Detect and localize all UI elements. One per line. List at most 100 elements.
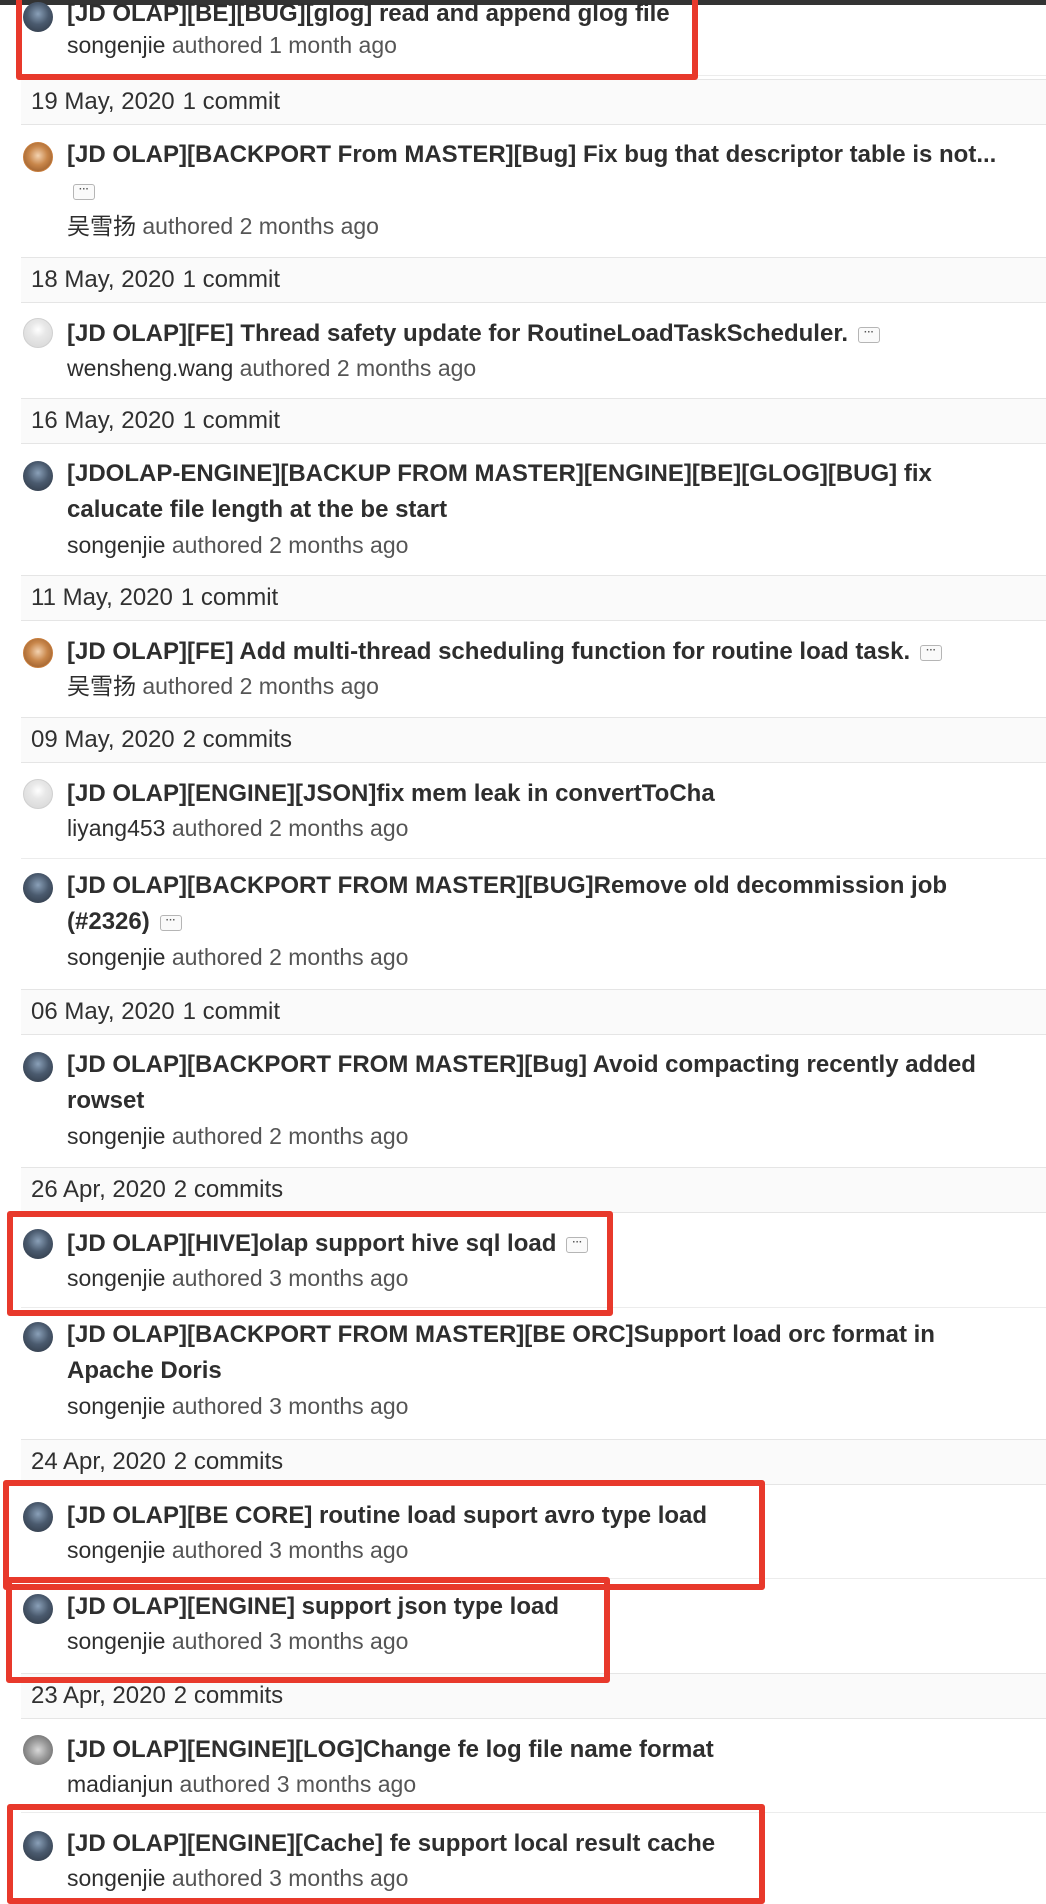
author-verb: authored — [171, 1628, 263, 1654]
commit-title[interactable]: [JD OLAP][HIVE]olap support hive sql loa… — [67, 1226, 1027, 1262]
commit-meta: wensheng.wang authored 2 months ago — [67, 353, 476, 383]
author-name[interactable]: wensheng.wang — [67, 355, 233, 381]
user-avatar[interactable] — [23, 779, 53, 809]
user-avatar[interactable] — [23, 1502, 53, 1532]
commit-row: [JDOLAP-ENGINE][BACKUP FROM MASTER][ENGI… — [21, 444, 1046, 575]
commit-time: 3 months ago — [269, 1865, 409, 1891]
day-header: 16 May, 2020 1 commit — [21, 398, 1046, 444]
commit-title[interactable]: [JD OLAP][BACKPORT FROM MASTER][BUG]Remo… — [67, 868, 1027, 940]
commit-title-link[interactable]: [JD OLAP][BE][BUG][glog] read and append… — [67, 0, 670, 27]
commit-meta: songenjie authored 3 months ago — [67, 1626, 408, 1656]
commit-time: 2 months ago — [336, 355, 477, 381]
commit-title-link[interactable]: [JD OLAP][BACKPORT FROM MASTER][BUG]Remo… — [67, 872, 947, 935]
commit-title-link[interactable]: [JD OLAP][BE CORE] routine load suport a… — [67, 1502, 707, 1529]
user-avatar[interactable] — [23, 461, 53, 491]
author-verb: authored — [171, 944, 263, 970]
commit-title[interactable]: [JD OLAP][ENGINE][Cache] fe support loca… — [67, 1826, 1027, 1862]
commit-count: 1 commit — [180, 584, 279, 611]
commit-title-link[interactable]: [JD OLAP][ENGINE][LOG]Change fe log file… — [67, 1736, 714, 1763]
day-header: 18 May, 2020 1 commit — [21, 257, 1046, 303]
commit-title[interactable]: [JD OLAP][FE] Thread safety update for R… — [67, 316, 1027, 352]
author-verb: authored — [171, 815, 263, 841]
commit-time: 3 months ago — [276, 1771, 417, 1797]
author-name[interactable]: madianjun — [67, 1771, 173, 1797]
commit-title[interactable]: [JD OLAP][BE][BUG][glog] read and append… — [67, 0, 1027, 32]
ellipsis-button[interactable]: ··· — [920, 644, 943, 661]
ellipsis-button[interactable]: ··· — [159, 914, 182, 931]
author-name[interactable]: songenjie — [67, 1865, 165, 1891]
author-name[interactable]: songenjie — [67, 532, 165, 558]
user-avatar[interactable] — [23, 1735, 53, 1765]
commit-meta: songenjie authored 2 months ago — [67, 530, 408, 560]
user-avatar[interactable] — [23, 873, 53, 903]
ellipsis-button[interactable]: ··· — [566, 1236, 589, 1253]
commit-title[interactable]: [JD OLAP][ENGINE] support json type load — [67, 1589, 1027, 1625]
commit-count: 2 commits — [173, 1682, 284, 1709]
commit-row: [JD OLAP][BE][BUG][glog] read and append… — [21, 0, 1046, 76]
commit-time: 3 months ago — [269, 1628, 409, 1654]
user-avatar[interactable] — [23, 2, 53, 32]
commit-meta: 吴雪扬 authored 2 months ago — [67, 211, 379, 241]
author-name[interactable]: songenjie — [67, 944, 165, 970]
commit-meta: liyang453 authored 2 months ago — [67, 813, 408, 843]
commit-time: 3 months ago — [269, 1265, 409, 1291]
commit-count: 2 commits — [173, 1176, 284, 1203]
commit-title[interactable]: [JD OLAP][ENGINE][LOG]Change fe log file… — [67, 1732, 1027, 1768]
commit-meta: songenjie authored 3 months ago — [67, 1535, 408, 1565]
commit-time: 3 months ago — [269, 1393, 409, 1419]
author-name[interactable]: songenjie — [67, 1537, 165, 1563]
commit-row: [JD OLAP][FE] Thread safety update for R… — [21, 303, 1046, 398]
commit-title[interactable]: [JD OLAP][BACKPORT FROM MASTER][Bug] Avo… — [67, 1047, 1027, 1119]
commit-title-link[interactable]: [JD OLAP][FE] Thread safety update for R… — [67, 320, 848, 347]
commit-time: 2 months ago — [269, 944, 409, 970]
day-header: 23 Apr, 2020 2 commits — [21, 1673, 1046, 1719]
author-verb: authored — [171, 1265, 263, 1291]
author-name[interactable]: 吴雪扬 — [67, 213, 136, 239]
author-name[interactable]: liyang453 — [67, 815, 165, 841]
commit-count: 1 commit — [182, 266, 281, 293]
commit-title-link[interactable]: [JD OLAP][HIVE]olap support hive sql loa… — [67, 1230, 556, 1257]
commit-title-link[interactable]: [JD OLAP][BACKPORT FROM MASTER][Bug] Avo… — [67, 1051, 976, 1114]
user-avatar[interactable] — [23, 1322, 53, 1352]
author-name[interactable]: songenjie — [67, 1265, 165, 1291]
day-date: 06 May, 2020 — [31, 998, 175, 1025]
user-avatar[interactable] — [23, 1052, 53, 1082]
author-name[interactable]: songenjie — [67, 1628, 165, 1654]
commit-title-link[interactable]: [JD OLAP][ENGINE][JSON]fix mem leak in c… — [67, 780, 715, 807]
user-avatar[interactable] — [23, 1594, 53, 1624]
ellipsis-button[interactable]: ··· — [73, 183, 95, 200]
author-name[interactable]: songenjie — [67, 1123, 165, 1149]
day-header: 19 May, 2020 1 commit — [21, 79, 1046, 125]
ellipsis-button[interactable]: ··· — [858, 326, 880, 343]
commit-meta: songenjie authored 2 months ago — [67, 942, 408, 972]
author-verb: authored — [171, 1393, 263, 1419]
author-name[interactable]: 吴雪扬 — [67, 673, 136, 699]
author-name[interactable]: songenjie — [67, 32, 165, 58]
user-avatar[interactable] — [23, 638, 53, 668]
commit-title[interactable]: [JD OLAP][BE CORE] routine load suport a… — [67, 1498, 1027, 1534]
commit-title-link[interactable]: [JDOLAP-ENGINE][BACKUP FROM MASTER][ENGI… — [67, 460, 932, 523]
author-verb: authored — [142, 213, 234, 239]
day-header: 26 Apr, 2020 2 commits — [21, 1167, 1046, 1213]
user-avatar[interactable] — [23, 318, 53, 348]
commit-title-link[interactable]: [JD OLAP][ENGINE][Cache] fe support loca… — [67, 1830, 715, 1857]
commit-title-link[interactable]: [JD OLAP][ENGINE] support json type load — [67, 1593, 559, 1620]
author-name[interactable]: songenjie — [67, 1393, 165, 1419]
user-avatar[interactable] — [23, 1229, 53, 1259]
commit-title[interactable]: [JD OLAP][BACKPORT FROM MASTER][BE ORC]S… — [67, 1317, 1027, 1389]
commit-title[interactable]: [JDOLAP-ENGINE][BACKUP FROM MASTER][ENGI… — [67, 456, 1027, 528]
commit-title[interactable]: [JD OLAP][FE] Add multi-thread schedulin… — [67, 634, 1027, 670]
commit-title-link[interactable]: [JD OLAP][BACKPORT From MASTER][Bug] Fix… — [67, 141, 996, 168]
commit-count: 1 commit — [182, 407, 281, 434]
commit-title[interactable]: [JD OLAP][ENGINE][JSON]fix mem leak in c… — [67, 776, 1027, 812]
commit-meta: madianjun authored 3 months ago — [67, 1769, 416, 1799]
commit-title[interactable]: [JD OLAP][BACKPORT From MASTER][Bug] Fix… — [67, 137, 1027, 209]
user-avatar[interactable] — [23, 1831, 53, 1861]
day-header: 24 Apr, 2020 2 commits — [21, 1439, 1046, 1485]
commit-title-link[interactable]: [JD OLAP][FE] Add multi-thread schedulin… — [67, 638, 910, 665]
row-separator — [21, 75, 1046, 76]
commit-row: [JD OLAP][BACKPORT FROM MASTER][Bug] Avo… — [21, 1035, 1046, 1167]
commit-title-link[interactable]: [JD OLAP][BACKPORT FROM MASTER][BE ORC]S… — [67, 1321, 935, 1384]
commit-time: 3 months ago — [269, 1537, 409, 1563]
user-avatar[interactable] — [23, 142, 53, 172]
